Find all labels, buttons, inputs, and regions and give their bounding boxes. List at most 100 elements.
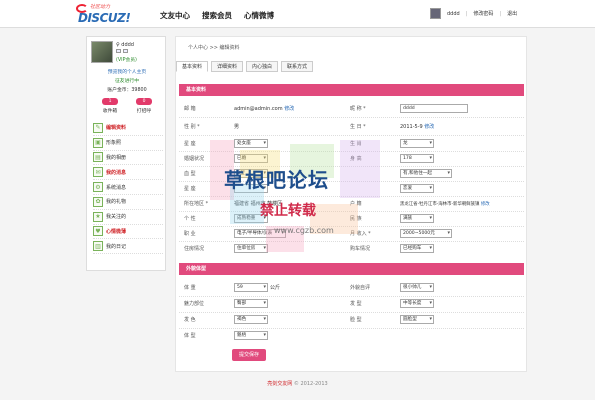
sidebar-item-label: 我的相册 [106, 154, 127, 161]
greeting-count[interactable]: 0 打招呼 [136, 98, 152, 114]
row-divider [179, 166, 524, 167]
inbox-count-label: 收件箱 [102, 109, 118, 114]
sidebar-item-diary[interactable]: ▥ 我的日记 [93, 239, 163, 255]
region-value: 福建省 福州市 鼓楼区 [234, 201, 283, 207]
nav-item-mood-weibo[interactable]: 心情微博 [244, 10, 274, 21]
sidebar-item-album[interactable]: ▤ 我的相册 [93, 151, 163, 166]
residence-label: 户 籍 [350, 201, 362, 207]
bodytype-select[interactable]: 魁梧 [234, 331, 268, 340]
sidebar-item-messages[interactable]: ✉ 我的消息 [93, 165, 163, 181]
badge-icon[interactable] [123, 49, 128, 53]
bloodtype-row: 血 型 B型 [184, 168, 268, 179]
tab-basic[interactable]: 基本资料 [176, 61, 209, 72]
email-value: admin@admin.com 修改 [234, 105, 294, 112]
inbox-count[interactable]: 1 收件箱 [102, 98, 118, 114]
ethnicity-row: 民 族 满族 [350, 213, 434, 224]
hairstyle-select[interactable]: 中等长度 [400, 299, 434, 308]
looks-row: 外貌自评 很小帅儿 [350, 282, 434, 293]
housing-label: 住房情况 [184, 246, 205, 252]
income-select[interactable]: 2000~5000元 [400, 229, 452, 238]
sidebar-item-edit-profile[interactable]: ✎ 编辑资料 [93, 121, 163, 136]
sidebar-item-mood[interactable]: ♥ 心情微薄 [93, 225, 163, 240]
faceshape-label: 脸 型 [350, 317, 362, 323]
user-name[interactable]: dddd [447, 11, 460, 17]
residence-row: 户 籍 黑龙江省-牡丹江市-海林市-新华朝鲜族镇 修改 [350, 198, 490, 209]
marital-label: 婚姻状况 [184, 156, 205, 162]
preview-homepage-link[interactable]: 预览我的个人主页 [87, 68, 167, 75]
constellation-select[interactable]: 处女座 [234, 139, 268, 148]
change-password-link[interactable]: 修改密码 [473, 10, 493, 17]
nick-label: 昵 称 * [350, 106, 366, 112]
hairstyle-label: 发 型 [350, 301, 362, 307]
tab-contact[interactable]: 联系方式 [281, 61, 314, 72]
relationship-select[interactable]: 恋爱 [400, 184, 434, 193]
housing-select[interactable]: 住单位房 [234, 244, 268, 253]
height-label: 身 高 [350, 156, 362, 162]
faceshape-row: 脸 型 圆脸型 [350, 314, 434, 325]
residence-edit-link[interactable]: 修改 [481, 202, 490, 207]
logout-link[interactable]: 退出 [507, 10, 517, 17]
section-basic-title: 基本资料 [179, 84, 524, 96]
footer-copyright: © 2012-2013 [293, 381, 328, 387]
nick-input[interactable]: dddd [400, 104, 468, 113]
message-icon: ✉ [93, 167, 103, 178]
children-select[interactable]: 有,和他住一起 [400, 169, 452, 178]
logo-brand: DISCUZ! [78, 11, 131, 25]
tab-details[interactable]: 详细资料 [211, 61, 244, 72]
weight-row: 体 重 59 公斤 [184, 282, 280, 293]
row-divider [179, 151, 524, 152]
greeting-count-label: 打招呼 [136, 109, 152, 114]
user-avatar[interactable] [430, 8, 441, 19]
row-divider [179, 241, 524, 242]
weight-unit: 公斤 [270, 285, 281, 291]
logo[interactable]: 社区动力 DISCUZ! [76, 3, 134, 25]
row-divider [179, 135, 524, 136]
constellation-label: 星 座 [184, 141, 196, 147]
tab-monologue[interactable]: 内心独白 [246, 61, 279, 72]
faceshape-select[interactable]: 圆脸型 [400, 315, 434, 324]
income-row: 月 收入 * 2000~5000元 [350, 228, 452, 239]
sidebar-item-system[interactable]: ⚙ 系统消息 [93, 180, 163, 195]
birthday-label: 生 日 * [350, 124, 366, 130]
marital-select[interactable]: 已婚 [234, 154, 268, 163]
bloodtype-select[interactable]: B型 [234, 169, 268, 178]
region-row: 所在地区 * 福建省 福州市 鼓楼区 [184, 198, 282, 209]
nick-row: 昵 称 * dddd [350, 103, 468, 114]
ethnicity-select[interactable]: 满族 [400, 214, 434, 223]
haircolor-row: 发 色 褐色 [184, 314, 268, 325]
occupation-label: 职 业 [184, 231, 196, 237]
birthday-edit-link[interactable]: 修改 [424, 124, 434, 130]
relationship-row: 恋爱 [350, 183, 434, 194]
height-select[interactable]: 178 [400, 154, 434, 163]
looks-select[interactable]: 很小帅儿 [400, 283, 434, 292]
occupation-select[interactable]: 电子/半导体/仪表 [234, 229, 286, 238]
charm-select[interactable]: 臀部 [234, 299, 268, 308]
car-select[interactable]: 已经购车 [400, 244, 434, 253]
save-button[interactable]: 提交保存 [232, 349, 266, 361]
nav-item-search-members[interactable]: 搜索会员 [202, 10, 232, 21]
sidebar-item-follow[interactable]: ★ 我关注的 [93, 210, 163, 225]
follow-icon: ★ [93, 211, 103, 222]
badge-icon[interactable] [116, 49, 121, 53]
weight-select[interactable]: 59 [234, 283, 268, 292]
bodytype-row: 体 型 魁梧 [184, 330, 268, 341]
nav-item-friend-center[interactable]: 文友中心 [160, 10, 190, 21]
divider: | [465, 10, 468, 17]
vip-label: (VIP会员) [116, 58, 137, 63]
occupation-row: 职 业 电子/半导体/仪表 [184, 228, 286, 239]
profile-avatar[interactable] [91, 41, 113, 63]
birthday-text: 2011-5-9 [400, 124, 423, 130]
email-edit-link[interactable]: 修改 [284, 106, 294, 112]
bodytype-label: 体 型 [184, 333, 196, 339]
constellation2-select[interactable] [234, 184, 268, 193]
height-row: 身 高 178 [350, 153, 434, 164]
zodiac-select[interactable]: 龙 [400, 139, 434, 148]
sidebar-item-gifts[interactable]: ✿ 我的礼物 [93, 195, 163, 210]
haircolor-select[interactable]: 褐色 [234, 315, 268, 324]
section-appearance-title: 外貌体型 [179, 263, 524, 275]
sidebar-item-photo[interactable]: ▣ 形象照 [93, 136, 163, 151]
personality-select[interactable]: 成熟稳重 [234, 214, 268, 223]
main-panel: 个人中心 >> 编辑资料 基本资料 详细资料 内心独白 联系方式 基本资料 邮 … [175, 36, 527, 372]
footer-brand-link[interactable]: 亮剑交友网 [267, 381, 292, 387]
sidebar-item-label: 我的日记 [106, 243, 127, 250]
